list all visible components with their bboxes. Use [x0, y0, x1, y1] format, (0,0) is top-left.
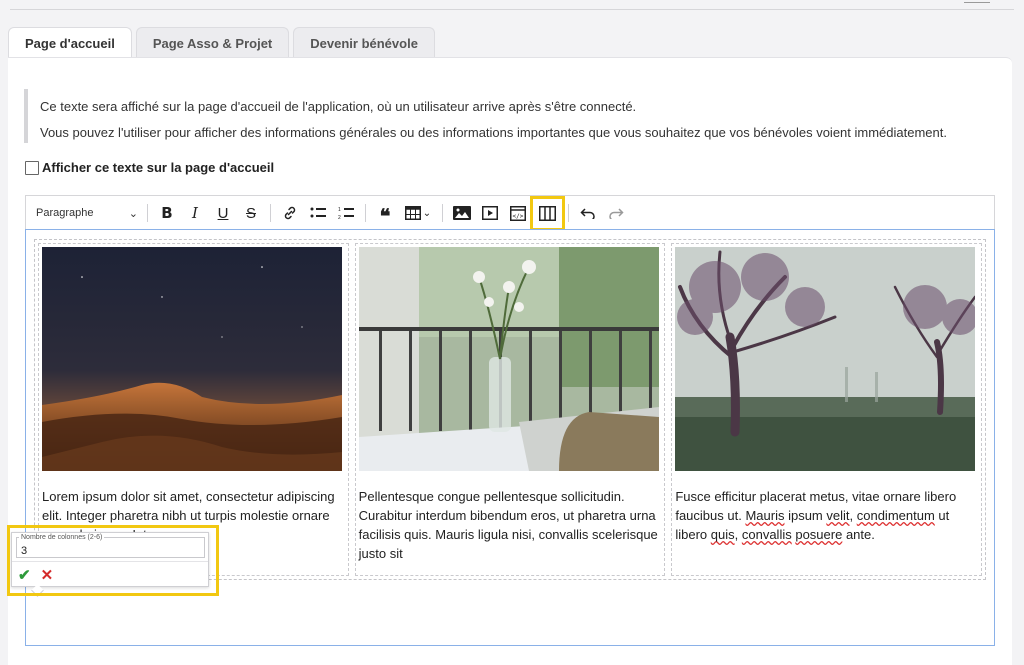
column-3-spellcheck-word: velit	[826, 508, 850, 523]
info-line-2: Vous pouvez l'utiliser pour afficher des…	[40, 125, 947, 140]
toolbar-separator	[442, 204, 443, 222]
underline-icon[interactable]: U	[209, 199, 237, 227]
tab-devenir-benevole[interactable]: Devenir bénévole	[293, 27, 435, 58]
column-3-spellcheck-word: quis	[710, 527, 735, 542]
editor-toolbar: Paragraphe ⌄ B I U S 12 ❝ ⌄ </>	[25, 195, 995, 231]
html-embed-icon[interactable]: </>	[504, 199, 532, 227]
column-3-text-part: ipsum	[784, 508, 827, 523]
blockquote-icon[interactable]: ❝	[371, 199, 399, 228]
tab-page-accueil[interactable]: Page d'accueil	[8, 27, 132, 59]
column-2[interactable]: Pellentesque congue pellentesque sollici…	[354, 243, 666, 576]
redo-icon[interactable]	[602, 199, 630, 227]
show-text-checkbox[interactable]	[25, 160, 39, 175]
info-blockquote: Ce texte sera affiché sur la page d'accu…	[24, 89, 992, 143]
top-divider	[10, 9, 1014, 10]
svg-text:2: 2	[338, 215, 341, 220]
chevron-down-icon: ⌄	[128, 207, 138, 220]
misty-trees-image	[675, 247, 976, 471]
tab-page-asso-projet[interactable]: Page Asso & Projet	[135, 27, 290, 58]
top-corner-mark	[964, 0, 990, 3]
media-icon[interactable]	[476, 199, 504, 227]
italic-icon[interactable]: I	[181, 199, 209, 227]
tab-bar: Page d'accueil Page Asso & Projet Deveni…	[8, 27, 435, 59]
paragraph-format-select[interactable]: Paragraphe ⌄	[36, 207, 142, 220]
show-text-checkbox-label: Afficher ce texte sur la page d'accueil	[42, 160, 275, 175]
column-2-text[interactable]: Pellentesque congue pellentesque sollici…	[359, 487, 662, 563]
toolbar-separator	[270, 204, 271, 222]
popup-highlight-frame	[7, 525, 219, 596]
strikethrough-icon[interactable]: S	[237, 199, 265, 227]
column-3-spellcheck-word: condimentum	[856, 508, 935, 523]
toolbar-separator	[568, 204, 569, 222]
column-3-spellcheck-word: Mauris	[745, 508, 785, 523]
undo-icon[interactable]	[574, 199, 602, 227]
table-icon[interactable]: ⌄	[399, 199, 437, 227]
column-3-spellcheck-word: convallis	[741, 527, 792, 542]
link-icon[interactable]	[276, 199, 304, 227]
column-3-spellcheck-word: posuere	[795, 527, 843, 542]
columns-icon[interactable]	[530, 195, 565, 231]
bulleted-list-icon[interactable]	[304, 199, 332, 227]
toolbar-separator	[365, 204, 366, 222]
desert-dunes-image	[42, 247, 342, 471]
flowers-vase-image	[358, 247, 659, 471]
column-3[interactable]: Fusce efficitur placerat metus, vitae or…	[671, 243, 983, 576]
toolbar-separator	[147, 204, 148, 222]
column-3-text-part: ,	[734, 527, 742, 542]
show-text-checkbox-row[interactable]: Afficher ce texte sur la page d'accueil	[25, 160, 274, 175]
column-3-text-part: ,	[849, 508, 857, 523]
bold-icon[interactable]: B	[153, 199, 181, 227]
numbered-list-icon[interactable]: 12	[332, 199, 360, 227]
column-3-text[interactable]: Fusce efficitur placerat metus, vitae or…	[675, 487, 978, 544]
svg-text:</>: </>	[513, 213, 524, 220]
info-line-1: Ce texte sera affiché sur la page d'accu…	[40, 99, 637, 114]
svg-text:1: 1	[338, 207, 341, 213]
column-3-text-part: ante.	[842, 527, 875, 542]
paragraph-format-value: Paragraphe	[36, 207, 94, 219]
image-icon[interactable]	[448, 199, 476, 227]
